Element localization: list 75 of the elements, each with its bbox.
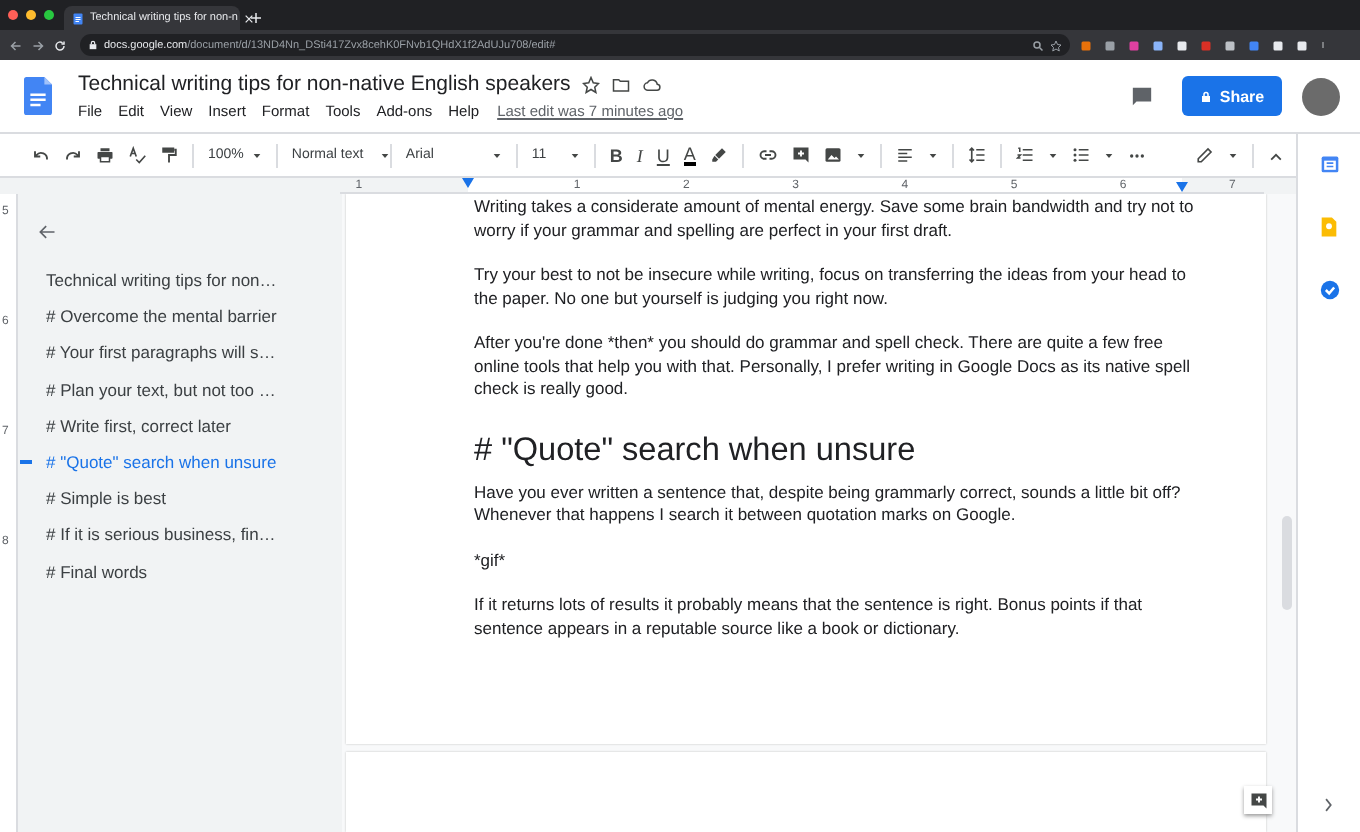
highlighter-icon[interactable] xyxy=(709,146,728,164)
folder-icon[interactable] xyxy=(612,75,631,93)
outline-item[interactable]: # If it is serious business, fin… xyxy=(18,524,276,545)
lock-icon xyxy=(88,40,98,50)
paint-format-icon[interactable] xyxy=(160,146,178,164)
paragraph: *gif* xyxy=(474,549,508,572)
align-left-icon[interactable] xyxy=(895,146,914,164)
more-icon[interactable] xyxy=(1127,151,1146,159)
forward-icon[interactable] xyxy=(32,39,44,51)
calendar-icon[interactable] xyxy=(1319,154,1339,174)
outline-item[interactable]: # "Quote" search when unsure xyxy=(18,452,277,473)
lock-icon xyxy=(1199,89,1212,103)
spellcheck-icon[interactable] xyxy=(128,146,146,164)
redo-icon[interactable] xyxy=(64,146,82,164)
caret-icon[interactable] xyxy=(927,151,938,159)
bulleted-list-icon[interactable] xyxy=(1071,146,1090,164)
avatar[interactable] xyxy=(1302,77,1340,115)
paragraph: If it returns lots of results it probably means that the sentence is right. Bonus points if that sentence appears in a reputable source like a book or dictionary. xyxy=(474,594,1145,640)
line-spacing-icon[interactable] xyxy=(967,146,986,164)
new-tab-icon[interactable] xyxy=(250,12,262,24)
document-title[interactable]: Technical writing tips for non-native English speakers xyxy=(78,72,571,96)
docs-logo-icon[interactable] xyxy=(24,76,52,116)
paragraph: After you're done *then* you should do grammar and spell check. There are quite a few free online tools that help you with that. Personally, I prefer writing in Google Docs as its native spell check is really good. xyxy=(474,332,1192,401)
share-button[interactable]: Share xyxy=(1182,76,1282,116)
caret-icon[interactable] xyxy=(379,151,390,159)
maximize-window-button[interactable] xyxy=(44,10,54,20)
pencil-icon[interactable] xyxy=(1196,146,1214,164)
scrollbar-thumb[interactable] xyxy=(1282,516,1292,610)
back-arrow-icon[interactable] xyxy=(36,222,58,242)
indent-marker-icon[interactable] xyxy=(462,178,474,188)
caret-icon[interactable] xyxy=(855,151,866,159)
caret-icon[interactable] xyxy=(1047,151,1058,159)
tasks-icon[interactable] xyxy=(1319,280,1339,300)
close-icon[interactable] xyxy=(243,13,254,23)
paragraph: Writing takes a considerate amount of mental energy. Save some brain bandwidth and try not to worry if your grammar and spelling are perfect in your first draft. xyxy=(474,196,1196,242)
outline-item[interactable]: # Plan your text, but not too … xyxy=(18,379,276,400)
selection-marker xyxy=(20,460,32,464)
print-icon[interactable] xyxy=(96,146,114,164)
paragraph: Try your best to not be insecure while writing, focus on transferring the ideas from your head to the paper. No one but yourself is judging you right now. xyxy=(474,264,1188,310)
outline-item[interactable]: # Overcome the mental barrier xyxy=(18,306,277,327)
bold-button[interactable]: B xyxy=(609,145,623,165)
outline-item[interactable]: Technical writing tips for non… xyxy=(18,270,277,291)
star-icon[interactable] xyxy=(1050,39,1062,51)
minimize-window-button[interactable] xyxy=(26,10,36,20)
document-icon xyxy=(72,11,84,25)
comments-icon[interactable] xyxy=(1130,85,1154,107)
add-comment-button[interactable] xyxy=(1244,786,1272,814)
undo-icon[interactable] xyxy=(32,146,50,164)
outline-item[interactable]: # Final words xyxy=(18,561,148,582)
reload-icon[interactable] xyxy=(54,39,66,51)
outline-item[interactable]: # Write first, correct later xyxy=(18,415,231,436)
back-icon[interactable] xyxy=(10,39,22,51)
caret-icon[interactable] xyxy=(1228,151,1238,159)
underline-button[interactable]: U xyxy=(656,145,670,165)
add-comment-icon[interactable] xyxy=(791,146,810,164)
caret-icon[interactable] xyxy=(251,151,262,159)
paragraph: Have you ever written a sentence that, despite being grammarly correct, sounds a little bit off? Whenever that happens I search it between quotation marks on Google. xyxy=(474,481,1183,527)
link-icon[interactable] xyxy=(757,146,778,164)
numbered-list-icon[interactable] xyxy=(1015,146,1034,164)
italic-button[interactable]: I xyxy=(636,145,643,165)
outline-item[interactable]: # Simple is best xyxy=(18,488,166,509)
zoom-icon[interactable] xyxy=(1032,39,1044,51)
outline-item[interactable]: # Your first paragraphs will s… xyxy=(18,342,276,363)
text-color-button[interactable]: A xyxy=(683,145,696,165)
collapse-icon[interactable] xyxy=(1268,149,1284,161)
caret-icon[interactable] xyxy=(491,151,502,159)
image-icon[interactable] xyxy=(823,146,842,164)
star-icon[interactable] xyxy=(582,75,601,93)
cloud-icon[interactable] xyxy=(642,75,663,93)
expand-panel-icon[interactable] xyxy=(1324,798,1334,812)
caret-icon[interactable] xyxy=(569,151,580,159)
close-window-button[interactable] xyxy=(8,10,18,20)
add-comment-icon xyxy=(1249,791,1267,809)
heading: # "Quote" search when unsure xyxy=(474,429,918,469)
caret-icon[interactable] xyxy=(1103,151,1114,159)
